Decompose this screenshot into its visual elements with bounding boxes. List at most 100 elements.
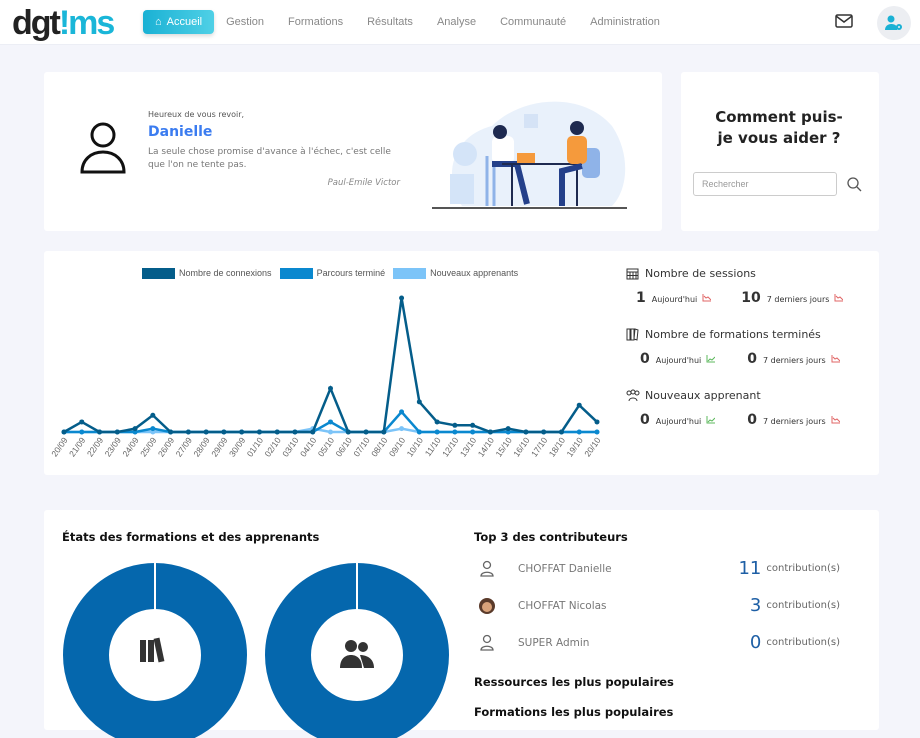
data-point[interactable] xyxy=(594,419,600,425)
top-navbar: dgt!ms ⌂ Accueil Gestion Formations Résul… xyxy=(0,0,920,45)
x-tick-label: 26/09 xyxy=(156,435,177,458)
week-value: 0 xyxy=(747,412,758,428)
data-point[interactable] xyxy=(470,429,476,435)
data-point[interactable] xyxy=(79,419,85,425)
data-point[interactable] xyxy=(114,429,120,435)
search-icon[interactable] xyxy=(847,177,862,192)
user-name: Danielle xyxy=(148,124,213,140)
user-icon xyxy=(480,560,494,577)
data-point[interactable] xyxy=(150,426,156,432)
data-point[interactable] xyxy=(505,426,511,432)
x-tick-label: 05/10 xyxy=(316,435,337,458)
data-point[interactable] xyxy=(576,402,582,408)
data-point[interactable] xyxy=(381,429,387,435)
x-tick-label: 23/09 xyxy=(103,435,124,458)
nav-gestion[interactable]: Gestion xyxy=(226,16,264,28)
x-tick-label: 16/10 xyxy=(511,435,532,458)
today-value: 0 xyxy=(640,351,650,367)
data-point[interactable] xyxy=(399,426,405,432)
data-point[interactable] xyxy=(399,409,405,415)
x-tick-label: 19/10 xyxy=(564,435,585,458)
x-tick-label: 02/10 xyxy=(262,435,283,458)
data-point[interactable] xyxy=(150,412,156,418)
user-settings-button[interactable] xyxy=(877,6,911,40)
data-point[interactable] xyxy=(132,426,138,432)
trend-up-icon xyxy=(706,355,716,363)
x-tick-label: 29/09 xyxy=(209,435,230,458)
x-tick-label: 01/10 xyxy=(245,435,266,458)
stat-block: Nombre de formations terminés 0 Aujourd'h… xyxy=(626,328,866,367)
data-point[interactable] xyxy=(79,429,85,435)
data-point[interactable] xyxy=(399,295,405,301)
x-tick-label: 14/10 xyxy=(476,435,497,458)
welcome-card: Heureux de vous revoir, Danielle La seul… xyxy=(44,72,662,231)
x-tick-label: 13/10 xyxy=(458,435,479,458)
data-point[interactable] xyxy=(576,429,582,435)
nav-analyse[interactable]: Analyse xyxy=(437,16,476,28)
data-point[interactable] xyxy=(452,429,458,435)
data-point[interactable] xyxy=(310,429,316,435)
activity-line-chart: 20/0921/0922/0923/0924/0925/0926/0927/09… xyxy=(49,295,603,459)
x-tick-label: 06/10 xyxy=(334,435,355,458)
today-value: 1 xyxy=(636,290,646,306)
contributor-row: CHOFFAT Danielle 11 contribution(s) xyxy=(474,550,864,587)
data-point[interactable] xyxy=(256,429,262,435)
top-contributors-title: Top 3 des contributeurs xyxy=(474,530,628,544)
bottom-card: États des formations et des apprenants T… xyxy=(44,510,879,738)
activity-card: Nombre de connexions Parcours terminé No… xyxy=(44,251,879,475)
nav-communaute[interactable]: Communauté xyxy=(500,16,566,28)
data-point[interactable] xyxy=(328,385,333,391)
logo[interactable]: dgt!ms xyxy=(12,4,115,43)
search-input[interactable]: Rechercher xyxy=(693,172,837,196)
mail-icon[interactable] xyxy=(835,14,853,28)
data-point[interactable] xyxy=(558,429,564,435)
avatar xyxy=(479,597,495,614)
donut-formations[interactable] xyxy=(63,563,247,738)
data-point[interactable] xyxy=(97,429,103,435)
help-title: Comment puis-je vous aider ? xyxy=(715,108,843,147)
x-tick-label: 30/09 xyxy=(227,435,248,458)
data-point[interactable] xyxy=(292,429,298,435)
contributor-row: SUPER Admin 0 contribution(s) xyxy=(474,624,864,661)
data-point[interactable] xyxy=(470,422,476,428)
week-value: 10 xyxy=(741,290,761,306)
data-point[interactable] xyxy=(328,419,333,425)
data-point[interactable] xyxy=(416,399,422,405)
nav-administration[interactable]: Administration xyxy=(590,16,660,28)
x-tick-label: 09/10 xyxy=(387,435,408,458)
data-point[interactable] xyxy=(363,429,369,435)
nav-resultats[interactable]: Résultats xyxy=(367,16,413,28)
data-point[interactable] xyxy=(416,429,422,435)
main-nav: ⌂ Accueil Gestion Formations Résultats An… xyxy=(143,10,684,34)
data-point[interactable] xyxy=(168,429,174,435)
data-point[interactable] xyxy=(328,429,333,435)
data-point[interactable] xyxy=(61,429,67,435)
data-point[interactable] xyxy=(434,429,440,435)
data-point[interactable] xyxy=(274,429,280,435)
data-point[interactable] xyxy=(452,422,458,428)
quote-author: Paul-Emile Victor xyxy=(327,178,400,188)
data-point[interactable] xyxy=(541,429,547,435)
data-point[interactable] xyxy=(221,429,227,435)
donut-apprenants[interactable] xyxy=(265,563,449,738)
data-point[interactable] xyxy=(434,419,440,425)
x-tick-label: 11/10 xyxy=(423,435,443,458)
data-point[interactable] xyxy=(203,429,209,435)
popular-resources-title: Ressources les plus populaires xyxy=(474,675,674,689)
data-point[interactable] xyxy=(594,429,600,435)
donut-charts xyxy=(63,563,449,738)
data-point[interactable] xyxy=(523,429,529,435)
nav-formations[interactable]: Formations xyxy=(288,16,343,28)
x-tick-label: 03/10 xyxy=(280,435,301,458)
x-tick-label: 10/10 xyxy=(405,435,426,458)
nav-accueil[interactable]: ⌂ Accueil xyxy=(143,10,215,34)
x-tick-label: 12/10 xyxy=(440,435,461,458)
x-tick-label: 17/10 xyxy=(529,435,550,458)
trend-down-icon xyxy=(831,355,840,363)
x-tick-label: 28/09 xyxy=(191,435,212,458)
data-point[interactable] xyxy=(345,429,351,435)
data-point[interactable] xyxy=(487,429,493,435)
data-point[interactable] xyxy=(239,429,245,435)
x-tick-label: 22/09 xyxy=(85,435,106,458)
data-point[interactable] xyxy=(185,429,191,435)
